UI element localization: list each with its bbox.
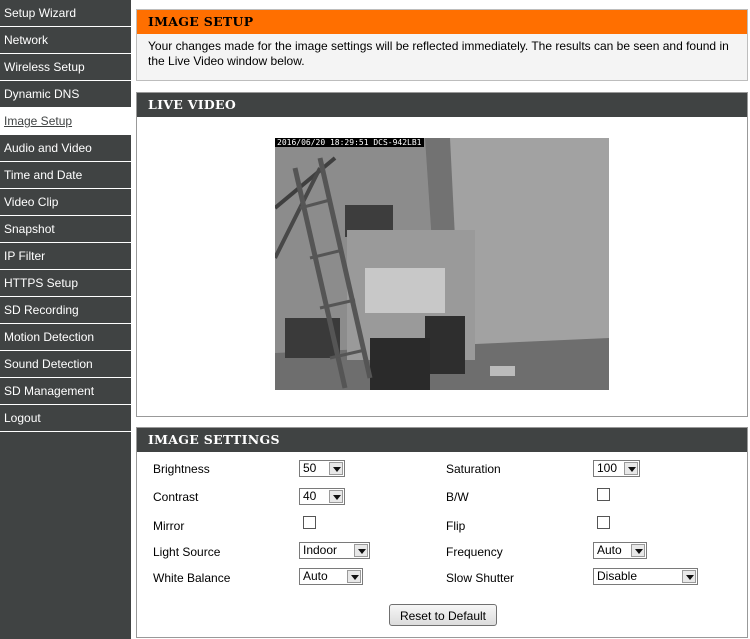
brightness-label: Brightness — [153, 462, 210, 476]
sidebar-item-network[interactable]: Network — [0, 27, 131, 54]
light-source-value: Indoor — [303, 543, 338, 557]
image-settings-title: IMAGE SETTINGS — [137, 428, 747, 452]
white-balance-select[interactable]: Auto — [299, 568, 363, 585]
chevron-down-icon — [631, 544, 645, 557]
sidebar-item-sound-detection[interactable]: Sound Detection — [0, 351, 131, 378]
light-source-select[interactable]: Indoor — [299, 542, 370, 559]
frequency-value: Auto — [597, 543, 622, 557]
brightness-select[interactable]: 50 — [299, 460, 345, 477]
slow-shutter-label: Slow Shutter — [446, 571, 515, 585]
white-balance-label: White Balance — [153, 571, 231, 585]
live-video-title: LIVE VIDEO — [137, 93, 747, 117]
image-setup-title: IMAGE SETUP — [137, 10, 747, 34]
white-balance-value: Auto — [303, 569, 328, 583]
reset-to-default-button[interactable]: Reset to Default — [389, 604, 497, 626]
sidebar-item-sd-recording[interactable]: SD Recording — [0, 297, 131, 324]
chevron-down-icon — [329, 462, 343, 475]
saturation-select[interactable]: 100 — [593, 460, 640, 477]
sidebar-item-motion-detection[interactable]: Motion Detection — [0, 324, 131, 351]
contrast-select[interactable]: 40 — [299, 488, 345, 505]
chevron-down-icon — [329, 490, 343, 503]
sidebar: Setup Wizard Network Wireless Setup Dyna… — [0, 0, 131, 639]
live-video-panel: LIVE VIDEO 2016/06/20 18:29:51 DCS-942LB… — [136, 92, 748, 417]
flip-checkbox[interactable] — [597, 516, 610, 529]
sidebar-item-wireless-setup[interactable]: Wireless Setup — [0, 54, 131, 81]
sidebar-item-setup-wizard[interactable]: Setup Wizard — [0, 0, 131, 27]
image-setup-description: Your changes made for the image settings… — [148, 39, 729, 68]
brightness-value: 50 — [303, 461, 317, 475]
sidebar-item-video-clip[interactable]: Video Clip — [0, 189, 131, 216]
image-setup-panel: IMAGE SETUP Your changes made for the im… — [136, 9, 748, 81]
live-video-feed: 2016/06/20 18:29:51 DCS-942LB1 — [275, 138, 609, 390]
contrast-value: 40 — [303, 489, 317, 503]
image-settings-panel: IMAGE SETTINGS Brightness 50 Saturation … — [136, 427, 748, 638]
mirror-checkbox[interactable] — [303, 516, 316, 529]
light-source-label: Light Source — [153, 545, 221, 559]
sidebar-item-sd-management[interactable]: SD Management — [0, 378, 131, 405]
chevron-down-icon — [354, 544, 368, 557]
mirror-label: Mirror — [153, 519, 185, 533]
frequency-label: Frequency — [446, 545, 503, 559]
sidebar-item-https-setup[interactable]: HTTPS Setup — [0, 270, 131, 297]
chevron-down-icon — [347, 570, 361, 583]
sidebar-item-time-and-date[interactable]: Time and Date — [0, 162, 131, 189]
sidebar-item-dynamic-dns[interactable]: Dynamic DNS — [0, 81, 131, 108]
frequency-select[interactable]: Auto — [593, 542, 647, 559]
saturation-label: Saturation — [446, 462, 501, 476]
saturation-value: 100 — [597, 461, 618, 475]
bw-checkbox[interactable] — [597, 488, 610, 501]
flip-label: Flip — [446, 519, 466, 533]
bw-label: B/W — [446, 490, 469, 504]
chevron-down-icon — [682, 570, 696, 583]
sidebar-item-snapshot[interactable]: Snapshot — [0, 216, 131, 243]
sidebar-item-logout[interactable]: Logout — [0, 405, 131, 432]
sidebar-item-audio-and-video[interactable]: Audio and Video — [0, 135, 131, 162]
video-timestamp: 2016/06/20 18:29:51 DCS-942LB1 — [275, 138, 424, 147]
chevron-down-icon — [624, 462, 638, 475]
slow-shutter-value: Disable — [597, 569, 638, 583]
sidebar-item-image-setup[interactable]: Image Setup — [0, 108, 131, 135]
camera-image — [275, 138, 609, 390]
contrast-label: Contrast — [153, 490, 199, 504]
sidebar-item-ip-filter[interactable]: IP Filter — [0, 243, 131, 270]
slow-shutter-select[interactable]: Disable — [593, 568, 698, 585]
